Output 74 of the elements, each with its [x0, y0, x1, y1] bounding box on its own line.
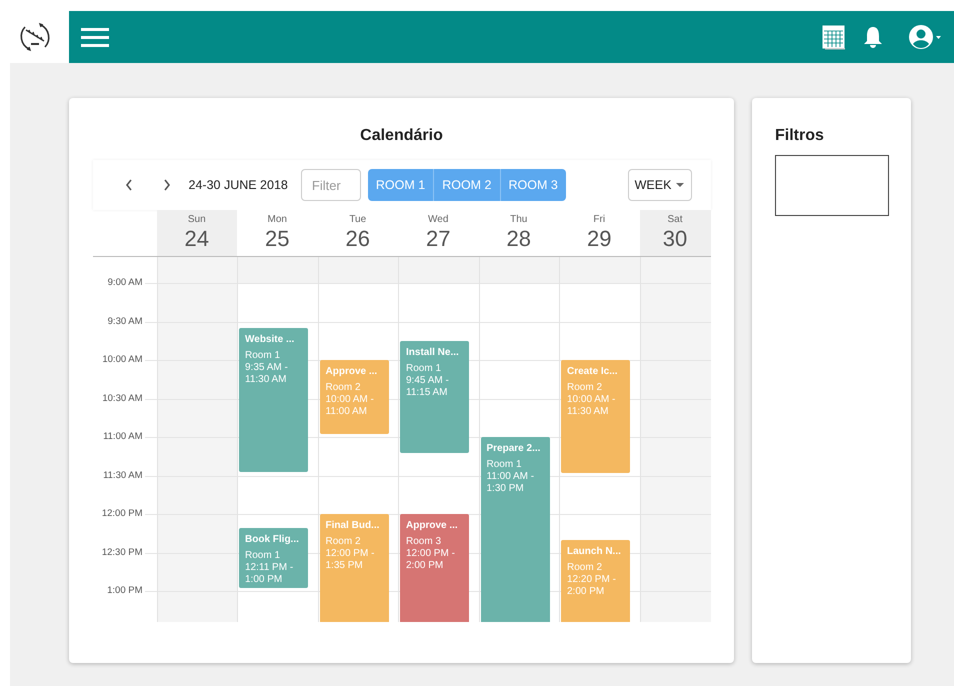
event-time: 9:45 AM - 11:15 AM: [406, 374, 450, 399]
event-time: 10:00 AM - 11:30 AM: [567, 394, 616, 418]
view-dropdown[interactable]: WEEK: [628, 169, 692, 201]
menu-icon[interactable]: [81, 28, 109, 46]
time-label: 12:30 PM: [100, 546, 142, 558]
card-title: Filtros: [775, 126, 825, 146]
event-time: 12:20 PM - 2:00 PM: [567, 574, 617, 598]
event-time: 12:11 PM - 1:00 PM: [245, 562, 294, 586]
event-room: Room 1: [245, 549, 282, 562]
event-time: 10:00 AM - 11:00 AM: [326, 394, 375, 418]
day-number: 27: [426, 226, 450, 252]
caret-icon: [676, 182, 684, 188]
day-number: 30: [662, 226, 688, 252]
time-label: 1:00 PM: [106, 585, 142, 597]
event-title: Approve ...: [406, 519, 459, 532]
event-room: Room 1: [406, 362, 442, 375]
time-label: 9:30 AM: [106, 316, 142, 328]
weekday-label: Fri: [593, 214, 606, 226]
event-title: Install Ne...: [406, 346, 460, 359]
calendar-icon[interactable]: [822, 24, 846, 50]
time-label: 10:30 AM: [101, 392, 142, 404]
date-range: 24-30 JUNE 2018: [188, 176, 288, 194]
event-card[interactable]: Create Ic... Room 2 10:00 AM - 11:30 AM: [561, 360, 630, 472]
next-icon[interactable]: [162, 179, 172, 191]
time-label: 9:00 AM: [106, 277, 142, 289]
event-room: Room 1: [245, 348, 282, 362]
event-title: Website ...: [245, 332, 296, 346]
user-avatar-icon[interactable]: [908, 24, 942, 50]
room-button[interactable]: ROOM 3: [500, 169, 566, 201]
event-title: Book Flig...: [245, 533, 300, 546]
weekday-label: Sat: [667, 214, 682, 226]
day-number: 25: [265, 226, 290, 252]
weekday-label: Tue: [349, 214, 366, 226]
event-time: 9:35 AM - 11:30 AM: [245, 362, 289, 386]
event-title: Approve ...: [326, 365, 378, 378]
room-button[interactable]: ROOM 1: [368, 169, 434, 201]
time-label: 11:30 AM: [102, 470, 142, 482]
event-card[interactable]: Website ... Room 1 9:35 AM - 11:30 AM: [239, 328, 308, 472]
event-title: Create Ic...: [567, 365, 619, 378]
day-number: 28: [506, 226, 531, 252]
time-label: 11:00 AM: [102, 431, 142, 443]
event-title: Prepare 2...: [486, 442, 542, 455]
event-title: Final Bud...: [326, 519, 380, 532]
event-card[interactable]: Launch N... Room 2 12:20 PM - 2:00 PM: [561, 540, 630, 622]
event-card[interactable]: Prepare 2... Room 1 11:00 AM - 1:30 PM: [480, 437, 550, 622]
event-room: Room 2: [326, 535, 362, 548]
day-number: 29: [587, 226, 612, 252]
weekday-label: Mon: [268, 214, 287, 226]
time-label: 10:00 AM: [101, 354, 142, 366]
event-room: Room 2: [326, 381, 362, 394]
event-room: Room 2: [567, 560, 604, 574]
event-card[interactable]: Approve ... Room 2 10:00 AM - 11:00 AM: [320, 360, 388, 434]
day-number: 24: [184, 226, 209, 252]
event-title: Launch N...: [567, 544, 622, 558]
event-card[interactable]: Book Flig... Room 1 12:11 PM - 1:00 PM: [239, 528, 308, 588]
room-button[interactable]: ROOM 2: [433, 169, 500, 201]
event-card[interactable]: Approve ... Room 3 12:00 PM - 2:00 PM: [400, 514, 469, 622]
event-card[interactable]: Final Bud... Room 2 12:00 PM - 1:35 PM: [320, 514, 388, 622]
event-room: Room 2: [567, 381, 604, 394]
day-number: 26: [346, 226, 370, 252]
time-label: 12:00 PM: [100, 508, 142, 520]
event-card[interactable]: Install Ne... Room 1 9:45 AM - 11:15 AM: [400, 340, 469, 454]
event-room: Room 3: [406, 535, 442, 548]
event-time: 12:00 PM - 1:35 PM: [326, 548, 376, 572]
event-time: 11:00 AM - 1:30 PM: [486, 471, 536, 495]
previous-icon[interactable]: [124, 179, 134, 191]
weekday-label: Thu: [510, 214, 528, 226]
weekday-label: Sun: [188, 214, 206, 226]
event-time: 12:00 PM - 2:00 PM: [406, 548, 456, 572]
card-title: Calendário: [360, 126, 443, 146]
filter-field[interactable]: Filter: [300, 169, 361, 201]
weekday-label: Wed: [428, 214, 448, 226]
bell-icon[interactable]: [862, 25, 884, 49]
event-room: Room 1: [486, 458, 523, 471]
